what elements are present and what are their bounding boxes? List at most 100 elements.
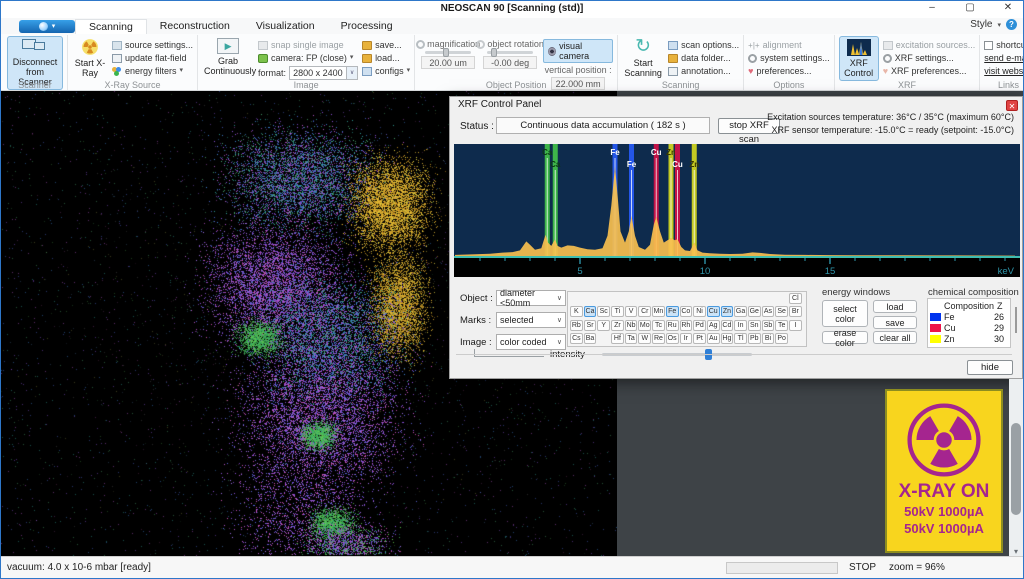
- composition-row-cu[interactable]: Cu 29: [930, 322, 1008, 333]
- element-chip-ru[interactable]: Ru: [666, 320, 679, 331]
- send-email-link[interactable]: send e-mail: [984, 53, 1024, 63]
- element-chip-ag[interactable]: Ag: [707, 320, 720, 331]
- element-chip-ba[interactable]: Ba: [584, 333, 597, 344]
- scan-options-button[interactable]: scan options...: [668, 40, 739, 50]
- element-chip-pd[interactable]: Pd: [693, 320, 706, 331]
- element-chip-br[interactable]: Br: [789, 306, 802, 317]
- save-button[interactable]: save...: [362, 40, 410, 50]
- element-chip-as[interactable]: As: [762, 306, 775, 317]
- element-chip-sc[interactable]: Sc: [597, 306, 610, 317]
- panel-close-icon[interactable]: ✕: [1006, 100, 1018, 111]
- tab-processing[interactable]: Processing: [328, 19, 406, 33]
- tab-reconstruction[interactable]: Reconstruction: [147, 19, 243, 33]
- grab-continuously-button[interactable]: ▶ Grab Continuously: [202, 36, 254, 78]
- element-chip-i[interactable]: I: [789, 320, 802, 331]
- element-chip-tc[interactable]: Tc: [652, 320, 665, 331]
- element-chip-au[interactable]: Au: [707, 333, 720, 344]
- element-chip-cd[interactable]: Cd: [721, 320, 734, 331]
- object-dropdown[interactable]: diameter <50mm∨: [496, 290, 566, 306]
- style-menu[interactable]: Style: [970, 19, 992, 30]
- element-chip-cs[interactable]: Cs: [570, 333, 583, 344]
- close-icon[interactable]: ✕: [1001, 2, 1015, 13]
- energy-filters-button[interactable]: energy filters ▾: [112, 66, 193, 76]
- system-settings-button[interactable]: system settings...: [748, 53, 830, 63]
- load-button[interactable]: load...: [362, 53, 410, 63]
- composition-row-fe[interactable]: Fe 26: [930, 311, 1008, 322]
- element-chip-cu[interactable]: Cu: [707, 306, 720, 317]
- element-chip-v[interactable]: V: [625, 306, 638, 317]
- format-combo[interactable]: 2800 x 2400 ∨: [289, 66, 358, 80]
- magnification-slider[interactable]: [425, 51, 471, 54]
- alignment-button[interactable]: +|+ alignment: [748, 40, 830, 50]
- save-colors-button[interactable]: save: [873, 316, 917, 329]
- camera-select-button[interactable]: camera: FP (close) ▾: [258, 53, 358, 63]
- start-scanning-button[interactable]: ↻ Start Scanning: [622, 36, 664, 80]
- element-chip-sr[interactable]: Sr: [584, 320, 597, 331]
- data-folder-button[interactable]: data folder...: [668, 53, 739, 63]
- element-chip-ta[interactable]: Ta: [625, 333, 638, 344]
- xrf-control-button[interactable]: XRF Control: [839, 36, 879, 81]
- element-chip-sn[interactable]: Sn: [748, 320, 761, 331]
- element-chip-k[interactable]: K: [570, 306, 583, 317]
- element-chip-se[interactable]: Se: [775, 306, 788, 317]
- element-chip-w[interactable]: W: [638, 333, 651, 344]
- element-chip-mo[interactable]: Mo: [638, 320, 651, 331]
- element-chip-co[interactable]: Co: [680, 306, 693, 317]
- element-chip-ga[interactable]: Ga: [734, 306, 747, 317]
- help-icon[interactable]: ?: [1006, 19, 1017, 30]
- element-chip-te[interactable]: Te: [775, 320, 788, 331]
- vertical-scrollbar[interactable]: ▾: [1009, 379, 1023, 557]
- element-chip-pb[interactable]: Pb: [748, 333, 761, 344]
- element-chip-ir[interactable]: Ir: [680, 333, 693, 344]
- element-chip-po[interactable]: Po: [775, 333, 788, 344]
- configs-button[interactable]: configs ▾: [362, 66, 410, 76]
- composition-scrollbar[interactable]: [1015, 307, 1017, 333]
- element-chip-hg[interactable]: Hg: [721, 333, 734, 344]
- tab-scanning[interactable]: Scanning: [75, 19, 147, 34]
- load-colors-button[interactable]: load: [873, 300, 917, 313]
- annotation-button[interactable]: annotation...: [668, 66, 739, 76]
- element-chip-os[interactable]: Os: [666, 333, 679, 344]
- marks-dropdown[interactable]: selected∨: [496, 312, 566, 328]
- element-chip-ti[interactable]: Ti: [611, 306, 624, 317]
- element-chip-re[interactable]: Re: [652, 333, 665, 344]
- start-xray-button[interactable]: Start X-Ray: [72, 36, 108, 80]
- object-rotation-slider[interactable]: [487, 51, 533, 54]
- visual-camera-button[interactable]: visual camera: [543, 39, 613, 63]
- element-chip-tl[interactable]: Tl: [734, 333, 747, 344]
- element-chip-fe[interactable]: Fe: [666, 306, 679, 317]
- source-settings-button[interactable]: source settings...: [112, 40, 193, 50]
- element-chip-pt[interactable]: Pt: [693, 333, 706, 344]
- element-chip-ca[interactable]: Ca: [584, 306, 597, 317]
- excitation-sources-button[interactable]: excitation sources...: [883, 40, 976, 50]
- element-chip-bi[interactable]: Bi: [762, 333, 775, 344]
- element-chip-rh[interactable]: Rh: [680, 320, 693, 331]
- preferences-button[interactable]: ♥ preferences...: [748, 66, 830, 76]
- xrf-preferences-button[interactable]: ♥ XRF preferences...: [883, 66, 976, 76]
- erase-color-button[interactable]: erase color: [822, 331, 868, 344]
- element-chip-ni[interactable]: Ni: [693, 306, 706, 317]
- element-chip-zn[interactable]: Zn: [721, 306, 734, 317]
- clear-all-button[interactable]: clear all: [873, 331, 917, 344]
- tab-visualization[interactable]: Visualization: [243, 19, 328, 33]
- element-chip-in[interactable]: In: [734, 320, 747, 331]
- update-flat-field-button[interactable]: update flat-field: [112, 53, 193, 63]
- chevron-down-icon[interactable]: ∨: [347, 66, 358, 80]
- element-chip-nb[interactable]: Nb: [625, 320, 638, 331]
- hide-panel-button[interactable]: hide: [967, 360, 1013, 375]
- stop-label[interactable]: STOP: [849, 562, 876, 573]
- select-color-button[interactable]: select color: [822, 300, 868, 327]
- element-chip-cl[interactable]: Cl: [789, 293, 802, 304]
- visit-website-link[interactable]: visit website: [984, 66, 1024, 76]
- scrollbar-thumb[interactable]: [1011, 423, 1021, 515]
- element-chip-ge[interactable]: Ge: [748, 306, 761, 317]
- shortcuts-checkbox[interactable]: shortcuts: [984, 40, 1024, 50]
- snap-single-image-button[interactable]: snap single image: [258, 40, 358, 50]
- maximize-icon[interactable]: ▢: [963, 2, 977, 13]
- scroll-down-icon[interactable]: ▾: [1009, 547, 1023, 556]
- element-chip-y[interactable]: Y: [597, 320, 610, 331]
- element-chip-mn[interactable]: Mn: [652, 306, 665, 317]
- xrf-settings-button[interactable]: XRF settings...: [883, 53, 976, 63]
- element-chip-zr[interactable]: Zr: [611, 320, 624, 331]
- element-chip-hf[interactable]: Hf: [611, 333, 624, 344]
